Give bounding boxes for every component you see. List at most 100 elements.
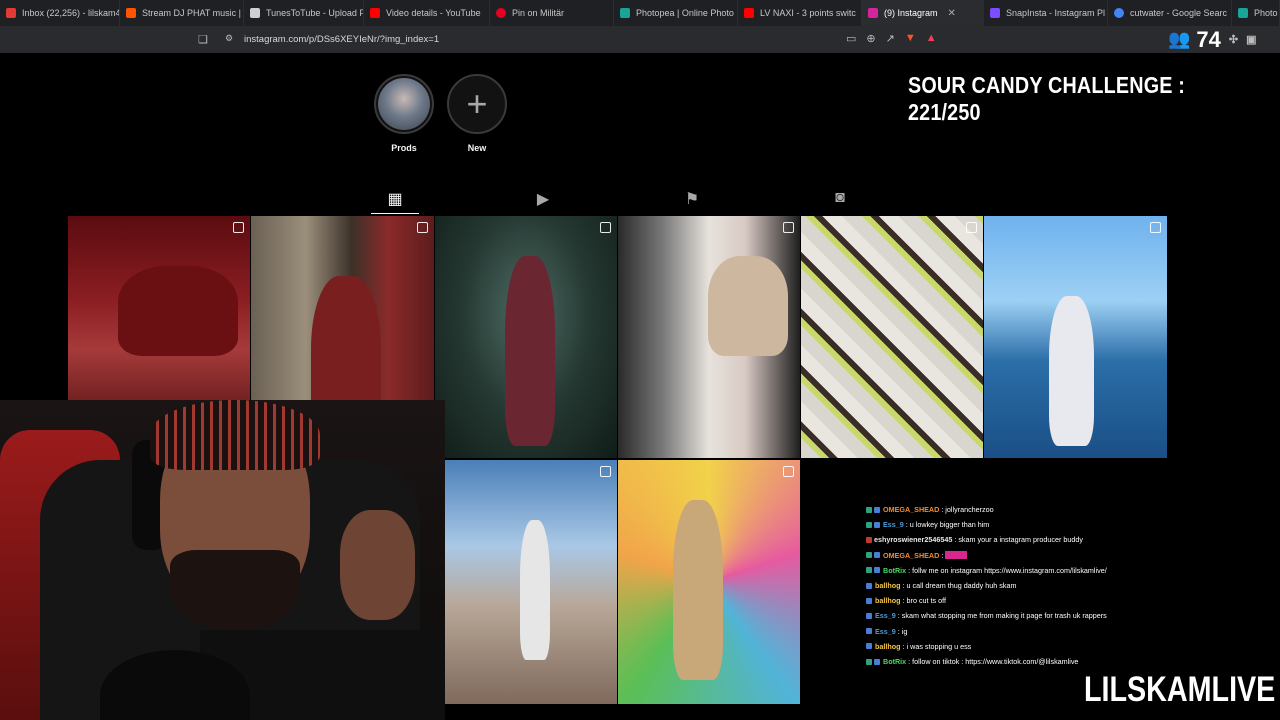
verified-badge-icon [874, 658, 880, 665]
active-tab-indicator [371, 213, 419, 214]
tagged-icon[interactable]: ◙ [825, 189, 855, 207]
tab-instagram[interactable]: (9) Instagram ✕ [862, 0, 984, 26]
chat-text: : follow on tiktok : https://www.tiktok.… [908, 657, 1079, 667]
close-icon[interactable]: ✕ [948, 8, 956, 19]
snapinsta-icon [990, 8, 1000, 18]
chat-username: BotRix [883, 565, 907, 575]
bookmark-icon[interactable]: ❏ [198, 33, 208, 46]
photopea-icon [1238, 8, 1248, 18]
tab-pinterest[interactable]: Pin on Militär [490, 0, 614, 26]
chat-text: : u call dream thug daddy huh skam [902, 581, 1017, 591]
sidebar-icon[interactable]: ▣ [1246, 33, 1256, 46]
chat-username: Ess_9 [883, 520, 904, 530]
sub-badge-icon [874, 506, 880, 513]
carousel-icon [233, 222, 244, 233]
photopea-icon [620, 8, 630, 18]
chat-text: : u lowkey bigger than him [905, 520, 990, 530]
extensions-icon[interactable]: ✣ [1229, 33, 1238, 46]
carousel-icon [600, 466, 611, 477]
streamer-hand [340, 510, 415, 620]
grid-icon[interactable]: ▦ [380, 189, 410, 209]
soundcloud-icon [126, 8, 136, 18]
highlight-ring [374, 74, 434, 134]
tab-inbox[interactable]: Inbox (22,256) - lilskam4 [0, 0, 120, 26]
chat-message: Ess_9: skam what stopping me from making… [866, 608, 1266, 623]
tab-youtube-lv[interactable]: LV NAXI - 3 points switc [738, 0, 862, 26]
tab-youtube-details[interactable]: Video details - YouTube [364, 0, 490, 26]
saved-icon[interactable]: ⚑ [677, 189, 707, 209]
chat-text: : [941, 550, 944, 560]
chat-message: ballhog: u call dream thug daddy huh ska… [866, 578, 1266, 593]
url-field[interactable]: instagram.com/p/DSs6XEYIeNr/?img_index=1 [244, 34, 439, 45]
highlight-new[interactable]: + New [445, 74, 509, 153]
tab-soundcloud[interactable]: Stream DJ PHAT music | [120, 0, 244, 26]
tab-tunestotube[interactable]: TunesToTube - Upload F [244, 0, 364, 26]
tab-google[interactable]: cutwater - Google Searc [1108, 0, 1232, 26]
post-tile[interactable] [984, 216, 1167, 458]
post-tile[interactable] [618, 216, 800, 458]
chat-message: ballhog: bro cut ts off [866, 593, 1266, 608]
mod-badge-icon [866, 567, 872, 574]
cast-icon[interactable]: ▭ [846, 32, 856, 45]
youtube-icon [370, 8, 380, 18]
sub-badge-icon [866, 628, 872, 635]
chat-text: : follw me on instagram https://www.inst… [908, 565, 1107, 575]
person-image [673, 500, 723, 680]
highlight-prods[interactable]: Prods [372, 74, 436, 153]
channel-watermark: LILSKAMLIVE [1084, 670, 1276, 709]
chat-username: Ess_9 [875, 611, 896, 621]
share-icon[interactable]: ↗ [886, 32, 895, 45]
webcam-overlay [0, 400, 445, 720]
chat-message: Ess_9: u lowkey bigger than him [866, 517, 1266, 532]
carousel-icon [783, 466, 794, 477]
address-bar: ❏ ⚙ instagram.com/p/DSs6XEYIeNr/?img_ind… [0, 26, 1280, 53]
sub-badge-icon [866, 537, 872, 543]
chat-text: : skam your a instagram producer buddy [954, 535, 1083, 545]
chat-username: ballhog [875, 581, 901, 591]
sub-badge-icon [874, 521, 880, 528]
chat-text: : bro cut ts off [902, 596, 946, 606]
reels-icon[interactable]: ▶ [528, 189, 558, 209]
chat-message: Ess_9: ig [866, 624, 1266, 639]
sub-badge-icon [866, 597, 872, 604]
post-tile[interactable] [435, 216, 617, 458]
person-image [1049, 296, 1094, 446]
chat-message: OMEGA_SHEAD: jollyrancherzoo [866, 502, 1266, 517]
tab-photopea-2[interactable]: Photo [1232, 0, 1280, 26]
chat-username: OMEGA_SHEAD [883, 550, 940, 560]
youtube-icon [744, 8, 754, 18]
rewards-icon[interactable]: ▲ [926, 32, 937, 45]
chat-username: eshyroswiener2546545 [874, 535, 953, 545]
gear-icon [250, 8, 260, 18]
tab-photopea[interactable]: Photopea | Online Photo [614, 0, 738, 26]
crocodile-image [118, 266, 238, 356]
post-tile[interactable] [801, 216, 983, 458]
tab-snapinsta[interactable]: SnapInsta - Instagram Pl [984, 0, 1108, 26]
carousel-icon [417, 222, 428, 233]
post-tile[interactable] [618, 460, 800, 704]
redacted-message [945, 551, 968, 560]
chat-username: OMEGA_SHEAD [883, 505, 940, 514]
carousel-icon [783, 222, 794, 233]
sub-badge-icon [874, 552, 880, 559]
chat-text: : skam what stopping me from making it p… [897, 611, 1107, 621]
mod-badge-icon [866, 521, 872, 528]
address-actions: ▭ ⊕ ↗ ▼ ▲ [846, 32, 937, 45]
post-tile[interactable] [435, 460, 617, 704]
chat-text: : i was stopping u ess [902, 641, 972, 651]
stream-chat: OMEGA_SHEAD: jollyrancherzoo Ess_9: u lo… [866, 502, 1266, 669]
highlight-label: New [467, 143, 487, 153]
chat-username: BotRix [883, 657, 907, 667]
verified-badge-icon [874, 567, 880, 574]
chat-text: : jollyrancherzoo [941, 505, 994, 514]
reel-icon [966, 222, 977, 233]
streamer-beard [170, 550, 300, 630]
reel-icon [1150, 222, 1161, 233]
sub-badge-icon [866, 643, 872, 650]
chat-message: eshyroswiener2546545: skam your a instag… [866, 532, 1266, 547]
chat-username: ballhog [875, 641, 901, 651]
brave-icon[interactable]: ▼ [905, 32, 916, 45]
site-info-icon[interactable]: ⚙ [225, 33, 233, 44]
google-icon [1114, 8, 1124, 18]
zoom-icon[interactable]: ⊕ [866, 32, 875, 45]
